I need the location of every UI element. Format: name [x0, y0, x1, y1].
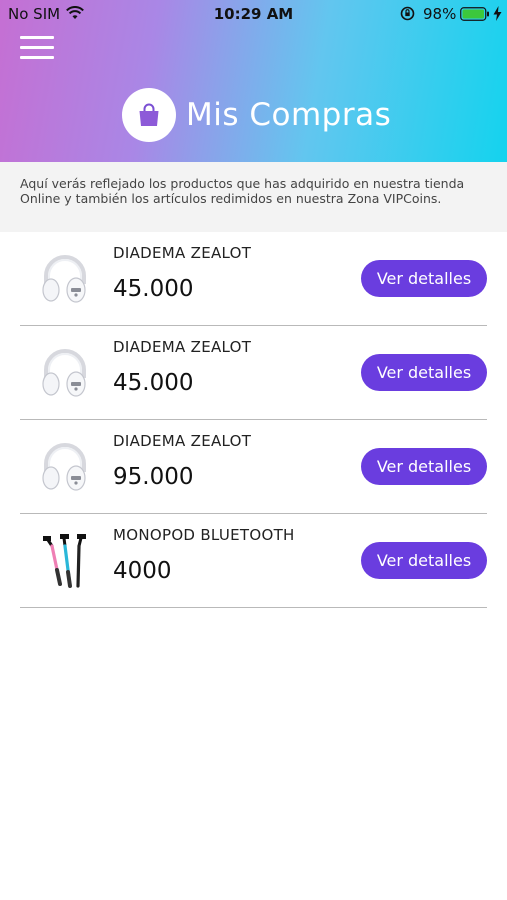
product-name: MONOPOD BLUETOOTH [113, 526, 295, 544]
shopping-bag-icon [122, 88, 176, 142]
selfie-sticks-image [34, 530, 96, 592]
product-name: DIADEMA ZEALOT [113, 338, 252, 356]
view-details-button[interactable]: Ver detalles [361, 448, 487, 485]
view-details-button[interactable]: Ver detalles [361, 542, 487, 579]
product-price: 45.000 [113, 370, 194, 396]
headphones-image [34, 248, 96, 310]
charging-bolt-icon [493, 6, 502, 25]
header-banner: No SIM 10:29 AM 98% Mis Compras [0, 0, 507, 162]
headphones-image [34, 436, 96, 498]
hamburger-menu-icon [20, 36, 54, 39]
battery-percentage: 98% [423, 5, 457, 23]
list-item: DIADEMA ZEALOT 95.000 Ver detalles [0, 420, 507, 514]
view-details-button[interactable]: Ver detalles [361, 354, 487, 391]
purchases-list: DIADEMA ZEALOT 45.000 Ver detalles DIADE… [0, 232, 507, 608]
intro-description: Aquí verás reflejado los productos que h… [0, 162, 507, 232]
product-name: DIADEMA ZEALOT [113, 432, 252, 450]
rotation-lock-icon [400, 6, 415, 25]
page-header: Mis Compras [122, 88, 391, 142]
menu-button[interactable] [20, 34, 56, 60]
list-item: DIADEMA ZEALOT 45.000 Ver detalles [0, 326, 507, 420]
intro-text: Aquí verás reflejado los productos que h… [20, 176, 465, 206]
product-price: 95.000 [113, 464, 194, 490]
divider [20, 607, 487, 608]
product-name: DIADEMA ZEALOT [113, 244, 252, 262]
product-price: 45.000 [113, 276, 194, 302]
battery-icon [460, 7, 490, 25]
list-item: DIADEMA ZEALOT 45.000 Ver detalles [0, 232, 507, 326]
view-details-button[interactable]: Ver detalles [361, 260, 487, 297]
product-price: 4000 [113, 558, 172, 584]
page-title: Mis Compras [186, 97, 392, 133]
list-item: MONOPOD BLUETOOTH 4000 Ver detalles [0, 514, 507, 608]
headphones-image [34, 342, 96, 404]
status-bar: No SIM 10:29 AM 98% [0, 0, 507, 28]
